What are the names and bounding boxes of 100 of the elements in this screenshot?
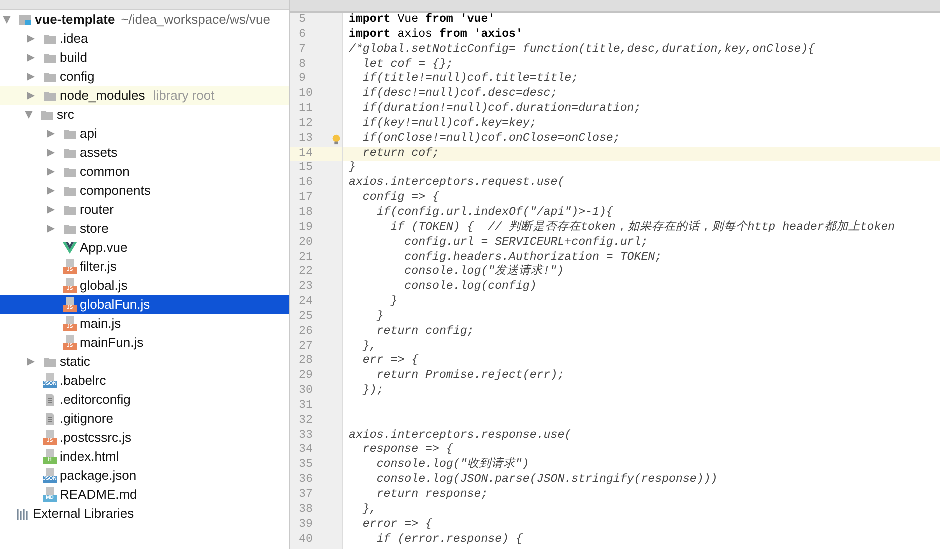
- file-name: External Libraries: [33, 506, 134, 521]
- code-line: console.log("收到请求"): [376, 458, 530, 472]
- code-line: if(key!=null)cof.key=key;: [362, 116, 537, 130]
- tree-item[interactable]: components: [0, 181, 289, 200]
- file-name: router: [80, 202, 114, 217]
- line-number: 28: [299, 354, 313, 370]
- expand-arrow-icon[interactable]: [25, 110, 33, 118]
- expand-arrow-icon[interactable]: [27, 54, 35, 62]
- code-line: config.headers.Authorization = TOKEN;: [404, 250, 662, 264]
- code-line: }: [376, 310, 384, 323]
- expand-arrow-icon[interactable]: [3, 16, 11, 24]
- tree-item[interactable]: External Libraries: [0, 504, 289, 523]
- project-folder-icon: [18, 12, 32, 26]
- tree-item[interactable]: src: [0, 105, 289, 124]
- expand-arrow-icon[interactable]: [47, 168, 55, 176]
- file-name: index.html: [60, 449, 120, 464]
- file-name: common: [80, 164, 130, 179]
- line-number: 21: [299, 250, 313, 266]
- code-line: error => {: [362, 518, 432, 531]
- code-line: config => {: [362, 191, 440, 204]
- code-line: import Vue from 'vue': [349, 13, 496, 26]
- tree-item[interactable]: .gitignore: [0, 409, 289, 428]
- expand-arrow-icon[interactable]: [47, 148, 55, 156]
- code-line: },: [362, 502, 377, 516]
- line-number: 36: [299, 473, 313, 488]
- expand-arrow-icon[interactable]: [47, 224, 55, 232]
- code-line: err => {: [362, 354, 419, 368]
- expand-arrow-icon[interactable]: [27, 92, 35, 100]
- tree-item[interactable]: static: [0, 352, 289, 371]
- line-number: 5: [299, 13, 306, 28]
- file-name: .babelrc: [60, 373, 106, 388]
- line-number: 33: [299, 428, 313, 444]
- file-name: src: [57, 107, 74, 122]
- expand-arrow-icon[interactable]: [47, 130, 55, 138]
- code-line: console.log(JSON.parse(JSON.stringify(response))): [376, 473, 718, 486]
- tree-item[interactable]: build: [0, 48, 289, 67]
- line-number: 37: [299, 488, 313, 503]
- file-name: mainFun.js: [80, 335, 144, 350]
- file-name: filter.js: [80, 259, 117, 274]
- vue-logo-icon: [63, 240, 77, 254]
- tree-item[interactable]: common: [0, 162, 289, 181]
- project-path: ~/idea_workspace/ws/vue: [121, 12, 270, 27]
- code-line: axios.interceptors.response.use(: [349, 428, 572, 442]
- line-number: 10: [299, 87, 313, 102]
- line-number: 25: [299, 310, 313, 325]
- code-line: if(duration!=null)cof.duration=duration;: [362, 102, 642, 116]
- code-line: config.url = SERVICEURL+config.url;: [404, 236, 648, 249]
- tree-item[interactable]: router: [0, 200, 289, 219]
- line-number: 9: [299, 72, 306, 88]
- tree-item[interactable]: assets: [0, 143, 289, 162]
- code-line: if(onClose!=null)cof.onClose=onClose;: [362, 132, 620, 145]
- line-number: 31: [299, 398, 313, 414]
- line-number: 35: [299, 458, 313, 474]
- file-name: static: [60, 354, 90, 369]
- file-name: package.json: [60, 468, 137, 483]
- line-number: 12: [299, 116, 313, 132]
- line-number: 40: [299, 532, 313, 548]
- lightbulb-icon[interactable]: [331, 134, 342, 145]
- line-number: 16: [299, 176, 313, 192]
- code-line: import axios from 'axios': [349, 28, 523, 41]
- code-line: }: [349, 161, 356, 174]
- expand-arrow-icon[interactable]: [47, 206, 55, 214]
- file-name: store: [80, 221, 109, 236]
- tree-item[interactable]: .idea: [0, 29, 289, 48]
- line-number: 38: [299, 502, 313, 518]
- code-line: if (TOKEN) { // 判断是否存在token，如果存在的话，则每个http header都加上token: [390, 220, 896, 234]
- code-line: response => {: [362, 443, 454, 456]
- code-line: if(title!=null)cof.title=title;: [362, 72, 579, 86]
- code-line: let cof = {};: [362, 58, 454, 71]
- expand-arrow-icon[interactable]: [27, 34, 35, 42]
- code-line: return config;: [376, 324, 474, 338]
- line-number: 17: [299, 191, 313, 206]
- line-number: 6: [299, 28, 306, 43]
- line-number: 13: [299, 132, 313, 147]
- expand-arrow-icon[interactable]: [47, 186, 55, 194]
- line-number: 26: [299, 324, 313, 340]
- file-name: build: [60, 50, 88, 65]
- tree-item[interactable]: App.vue: [0, 238, 289, 257]
- file-name: assets: [80, 145, 118, 160]
- file-name: components: [80, 183, 151, 198]
- line-number: 34: [299, 443, 313, 458]
- tree-item[interactable]: api: [0, 124, 289, 143]
- code-line: },: [362, 340, 377, 353]
- text-file-icon: [43, 412, 57, 426]
- line-number: 22: [299, 265, 313, 280]
- tree-item[interactable]: store: [0, 219, 289, 238]
- bar-chart-icon: [16, 506, 30, 520]
- file-name: node_modules: [60, 88, 146, 103]
- file-name: main.js: [80, 316, 122, 331]
- code-line: console.log(config): [404, 280, 537, 294]
- expand-arrow-icon[interactable]: [27, 358, 35, 366]
- line-number: 23: [299, 280, 313, 296]
- file-name: .gitignore: [60, 411, 114, 426]
- code-line: /*global.setNoticConfig= function(title,desc,duration,key,onClose){: [349, 42, 816, 56]
- line-number: 32: [299, 414, 313, 429]
- tree-item[interactable]: vue-template ~/idea_workspace/ws/vue: [0, 10, 289, 29]
- tree-item[interactable]: node_modules library root: [0, 86, 289, 105]
- tree-item[interactable]: .editorconfig: [0, 390, 289, 409]
- code-line: if(desc!=null)cof.desc=desc;: [362, 87, 558, 100]
- file-name: .postcssrc.js: [60, 430, 132, 445]
